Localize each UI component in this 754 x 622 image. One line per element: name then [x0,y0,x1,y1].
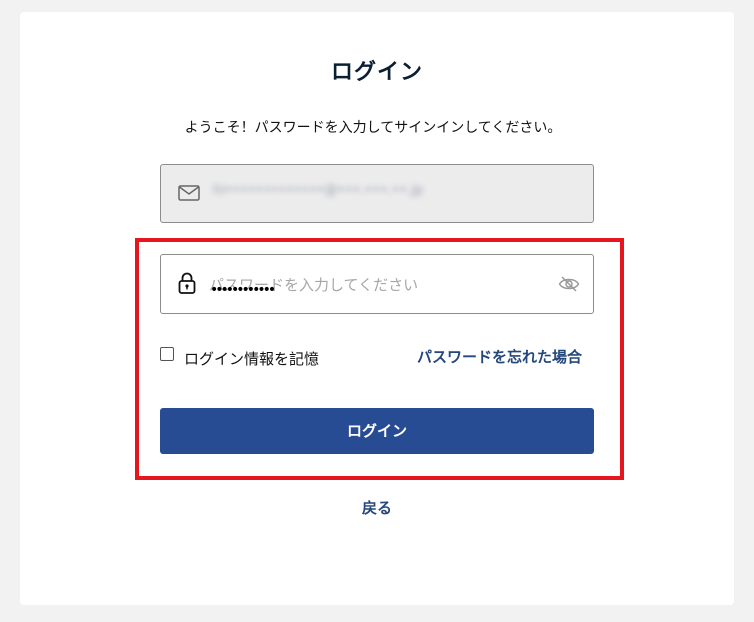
back-link[interactable]: 戻る [0,497,754,518]
page-title: ログイン [330,60,423,85]
highlight-box [135,238,624,480]
email-value: hi•••••••••••••@•••.•••.••.jp [213,183,424,198]
mail-icon [178,185,200,201]
email-field[interactable]: hi•••••••••••••@•••.•••.••.jp [160,164,594,223]
welcome-text: ようこそ！パスワードを入力してサインインしてください。 [184,120,562,136]
